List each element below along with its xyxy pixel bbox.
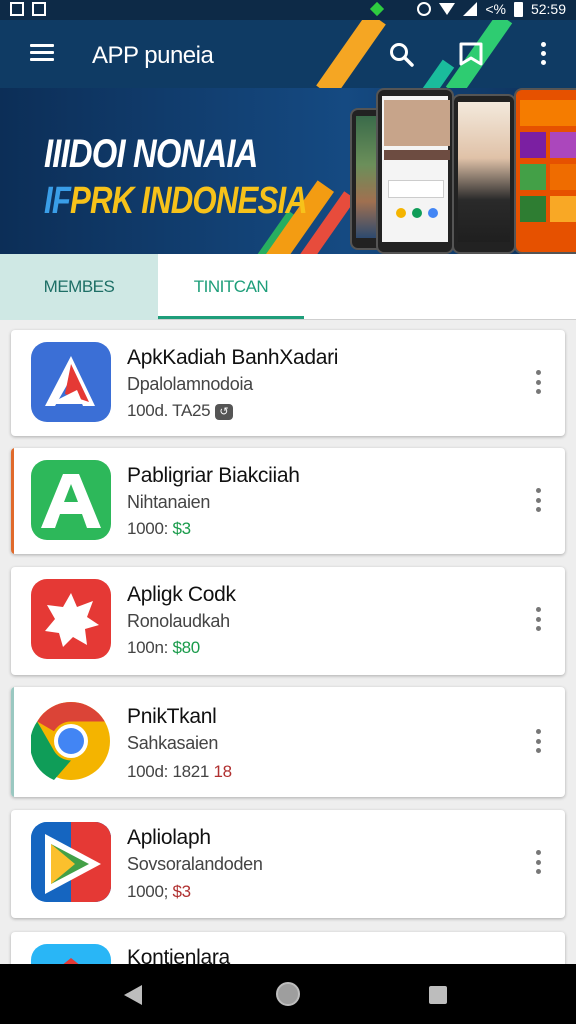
alarm-icon bbox=[417, 2, 432, 16]
app-list-item[interactable]: Pabligriar Biakciiah Nihtanaien 1000: $3 bbox=[11, 448, 565, 554]
search-icon[interactable] bbox=[389, 42, 415, 68]
app-title: PnikTkanl bbox=[127, 705, 217, 728]
app-list-item[interactable]: PnikTkanl Sahkasaien 100d: 1821 18 bbox=[11, 687, 565, 797]
play-store-like-icon bbox=[31, 822, 111, 902]
wifi-icon bbox=[439, 3, 456, 15]
tab-members[interactable]: MEMBES bbox=[0, 254, 158, 320]
app-subtitle: Sovsoralandoden bbox=[127, 854, 263, 874]
app-title: Apligk Codk bbox=[127, 583, 236, 606]
more-options-icon[interactable] bbox=[535, 370, 541, 394]
app-meta: 1000: $3 bbox=[127, 519, 191, 538]
app-title: APP puneia bbox=[92, 42, 214, 69]
battery-percent: <% bbox=[485, 1, 506, 17]
more-vert-icon[interactable] bbox=[534, 42, 552, 68]
phone-image bbox=[376, 88, 454, 254]
status-time: 52:59 bbox=[530, 1, 566, 17]
phone-image bbox=[452, 94, 516, 254]
app-list-item[interactable]: Apligk Codk Ronolaudkah 100n: $80 bbox=[11, 567, 565, 675]
home-icon[interactable] bbox=[276, 982, 300, 1006]
promo-banner[interactable]: IIIDOI NONAIA IFPRK INDONESIA bbox=[0, 88, 576, 254]
menu-icon[interactable] bbox=[30, 44, 54, 62]
app-price: $3 bbox=[172, 519, 191, 538]
back-icon[interactable] bbox=[124, 985, 142, 1005]
banner-subheadline: IFPRK INDONESIA bbox=[44, 180, 308, 222]
tab-indicator bbox=[158, 316, 304, 319]
app-meta: 100n: $80 bbox=[127, 638, 200, 657]
app-list-item[interactable]: Apliolaph Sovsoralandoden 1000; $3 bbox=[11, 810, 565, 918]
status-bar: <% 52:59 bbox=[0, 0, 576, 20]
recents-icon[interactable] bbox=[429, 986, 447, 1004]
chrome-like-icon bbox=[31, 701, 111, 781]
image-notification-icon bbox=[10, 2, 24, 16]
battery-icon bbox=[513, 1, 523, 17]
more-options-icon[interactable] bbox=[535, 488, 541, 512]
green-a-logo-icon bbox=[31, 460, 111, 540]
red-star-icon bbox=[31, 579, 111, 659]
app-meta: 1000; $3 bbox=[127, 882, 191, 901]
app-subtitle: Dpalolamnodoia bbox=[127, 374, 253, 394]
banner-headline: IIIDOI NONAIA bbox=[44, 132, 258, 176]
more-options-icon[interactable] bbox=[535, 607, 541, 631]
app-subtitle: Nihtanaien bbox=[127, 492, 211, 512]
app-subtitle: Sahkasaien bbox=[127, 733, 219, 753]
app-price: 18 bbox=[213, 762, 233, 781]
app-meta: 100d. TA25 ↺ bbox=[127, 401, 233, 421]
install-badge-icon: ↺ bbox=[214, 403, 233, 420]
app-list-item[interactable]: ApkKadiah BanhXadari Dpalolamnodoia 100d… bbox=[11, 330, 565, 436]
more-options-icon[interactable] bbox=[535, 729, 541, 753]
gallery-notification-icon bbox=[32, 2, 46, 16]
app-title: ApkKadiah BanhXadari bbox=[127, 346, 339, 369]
more-options-icon[interactable] bbox=[535, 850, 541, 874]
system-nav-bar bbox=[0, 964, 576, 1024]
bookmark-icon[interactable] bbox=[458, 41, 484, 67]
tab-tinitcan[interactable]: TINITCAN bbox=[158, 254, 304, 320]
red-triangle-logo-icon bbox=[31, 342, 111, 422]
app-price: $80 bbox=[172, 638, 200, 657]
tab-bar: MEMBES TINITCAN bbox=[0, 254, 576, 320]
signal-indicator-icon bbox=[369, 1, 385, 17]
app-title: Apliolaph bbox=[127, 826, 211, 849]
app-title: Pabligriar Biakciiah bbox=[127, 464, 300, 487]
app-subtitle: Ronolaudkah bbox=[127, 611, 230, 631]
app-meta: 100d: 1821 18 bbox=[127, 762, 233, 781]
cell-signal-icon bbox=[463, 2, 478, 16]
phone-image bbox=[514, 88, 576, 254]
app-price: $3 bbox=[172, 882, 191, 901]
app-bar: APP puneia bbox=[0, 20, 576, 88]
